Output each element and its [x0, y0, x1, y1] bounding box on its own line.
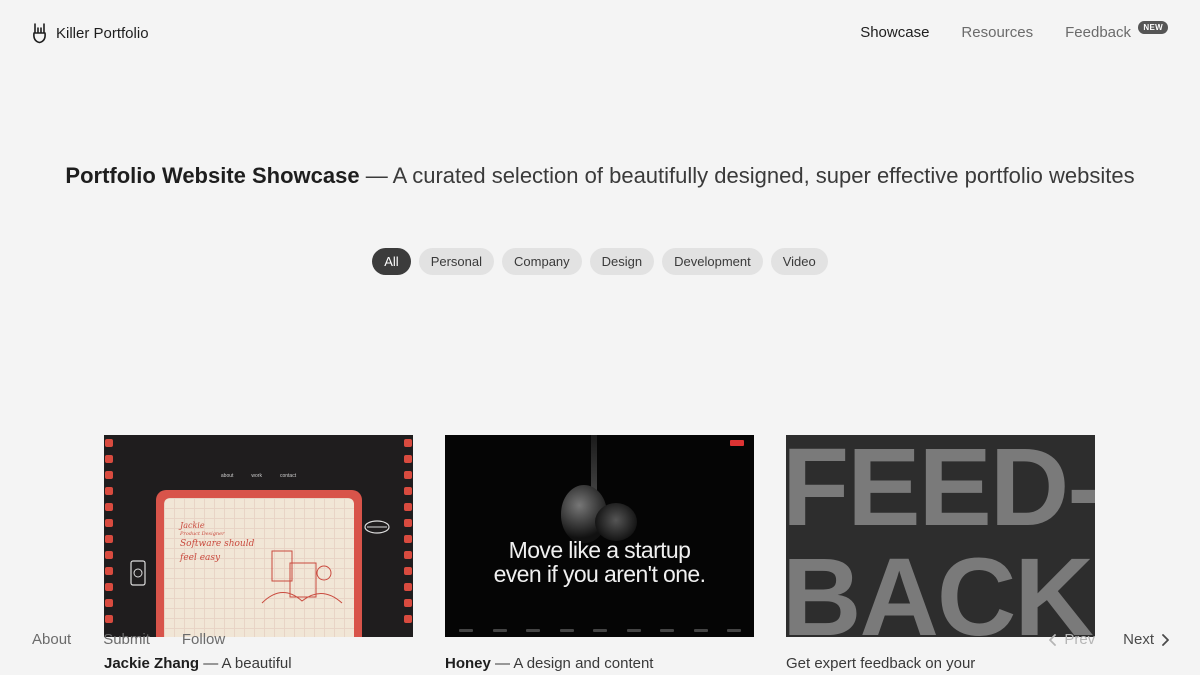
- thumbnail-nav-item: about: [220, 473, 234, 479]
- thumbnail-text: feel easy: [180, 553, 221, 563]
- card-caption: Honey — A design and content: [445, 655, 754, 672]
- footer-submit-link[interactable]: Submit: [103, 631, 150, 648]
- client-logo: [727, 629, 741, 632]
- border-pattern-square: [105, 503, 113, 511]
- border-pattern-square: [105, 583, 113, 591]
- border-pattern-square: [404, 567, 412, 575]
- border-pattern-square: [404, 599, 412, 607]
- thumbnail-text: Jackie: [180, 521, 205, 530]
- border-pattern-square: [105, 519, 113, 527]
- brand-logo[interactable]: Killer Portfolio: [31, 22, 149, 44]
- nav-resources[interactable]: Resources: [961, 24, 1033, 41]
- thumbnail-headline-line: even if you aren't one.: [493, 561, 706, 587]
- card-description: — A beautiful: [199, 655, 292, 672]
- new-badge: NEW: [1138, 21, 1168, 34]
- brand-name: Killer Portfolio: [56, 24, 149, 42]
- hero-heading: Portfolio Website Showcase — A curated s…: [0, 160, 1200, 192]
- card-title: Jackie Zhang: [104, 655, 200, 672]
- thumbnail-border-right: [403, 435, 413, 637]
- pagination: Prev Next: [1048, 631, 1170, 648]
- hero-title-bold: Portfolio Website Showcase: [65, 163, 360, 188]
- client-logo: [693, 629, 708, 632]
- filter-all[interactable]: All: [372, 248, 411, 275]
- border-pattern-square: [404, 519, 412, 527]
- thumbnail-border-left: [104, 435, 114, 637]
- hero-title-rest: — A curated selection of beautifully des…: [359, 163, 1135, 188]
- prev-button[interactable]: Prev: [1048, 631, 1095, 648]
- nav-feedback[interactable]: Feedback NEW: [1065, 21, 1168, 41]
- filter-video[interactable]: Video: [770, 248, 828, 275]
- border-pattern-square: [105, 439, 113, 447]
- thumbnail-doodle-left: [130, 560, 146, 586]
- thumbnail-client-logos: [459, 629, 741, 632]
- thumbnail-red-tag: [730, 440, 744, 446]
- thumbnail-headline: Move like a startup even if you aren't o…: [445, 538, 754, 586]
- filter-design[interactable]: Design: [589, 248, 655, 275]
- rock-hand-icon: [33, 23, 46, 44]
- border-pattern-square: [404, 551, 412, 559]
- footer-links: About Submit Follow: [32, 631, 225, 648]
- thumbnail-nav: about work contact: [104, 473, 413, 479]
- nav-showcase[interactable]: Showcase: [860, 24, 929, 41]
- main-nav: Showcase Resources Feedback NEW: [860, 21, 1168, 41]
- footer-follow-link[interactable]: Follow: [182, 631, 225, 648]
- border-pattern-square: [404, 503, 412, 511]
- thumbnail-big-text: FEED-: [786, 435, 1095, 549]
- filter-personal[interactable]: Personal: [418, 248, 495, 275]
- border-pattern-square: [404, 615, 412, 623]
- filter-development[interactable]: Development: [662, 248, 763, 275]
- filter-company[interactable]: Company: [502, 248, 582, 275]
- showcase-card-honey[interactable]: Move like a startup even if you aren't o…: [445, 435, 754, 672]
- border-pattern-square: [105, 455, 113, 463]
- thumbnail-doodle: [261, 550, 343, 604]
- card-title: Honey: [445, 655, 491, 672]
- card-thumbnail: Move like a startup even if you aren't o…: [445, 435, 754, 637]
- client-logo: [492, 629, 507, 632]
- thumbnail-nav-item: work: [251, 473, 262, 479]
- border-pattern-square: [404, 455, 412, 463]
- client-logo: [593, 629, 607, 632]
- border-pattern-square: [404, 535, 412, 543]
- card-description: — A design and content: [490, 655, 654, 672]
- thumbnail-big-text: BACK: [786, 536, 1094, 638]
- thumbnail-text: Product Designer: [180, 531, 225, 537]
- border-pattern-square: [105, 551, 113, 559]
- border-pattern-square: [404, 439, 412, 447]
- client-logo: [526, 629, 540, 632]
- client-logo: [459, 629, 473, 632]
- border-pattern-square: [404, 487, 412, 495]
- client-logo: [660, 629, 674, 632]
- prev-label: Prev: [1064, 631, 1096, 648]
- thumbnail-brain-shape: [595, 503, 637, 541]
- card-description: Get expert feedback on your: [786, 655, 976, 672]
- footer-about-link[interactable]: About: [32, 631, 71, 648]
- next-label: Next: [1123, 631, 1154, 648]
- card-caption: Jackie Zhang — A beautiful: [104, 655, 413, 672]
- client-logo: [626, 629, 641, 632]
- thumbnail-text: Software should: [180, 539, 255, 549]
- card-thumbnail: about work contact Jackie Product Design…: [104, 435, 413, 637]
- border-pattern-square: [105, 615, 113, 623]
- nav-feedback-label: Feedback: [1065, 24, 1131, 41]
- border-pattern-square: [105, 567, 113, 575]
- next-button[interactable]: Next: [1123, 631, 1170, 648]
- border-pattern-square: [105, 487, 113, 495]
- showcase-grid: about work contact Jackie Product Design…: [104, 435, 1095, 672]
- card-caption: Get expert feedback on your: [786, 655, 1095, 672]
- chevron-right-icon: [1162, 633, 1169, 646]
- border-pattern-square: [105, 599, 113, 607]
- thumbnail-doodle-right: [364, 520, 390, 534]
- border-pattern-square: [404, 583, 412, 591]
- client-logo: [559, 629, 574, 632]
- card-thumbnail: FEED- BACK: [786, 435, 1095, 637]
- thumbnail-nav-item: contact: [279, 473, 297, 479]
- thumbnail-headline-line: Move like a startup: [508, 537, 691, 563]
- chevron-left-icon: [1049, 633, 1057, 646]
- filter-chips: All Personal Company Design Development …: [0, 248, 1200, 275]
- site-header: Killer Portfolio Showcase Resources Feed…: [0, 0, 1200, 68]
- border-pattern-square: [105, 535, 113, 543]
